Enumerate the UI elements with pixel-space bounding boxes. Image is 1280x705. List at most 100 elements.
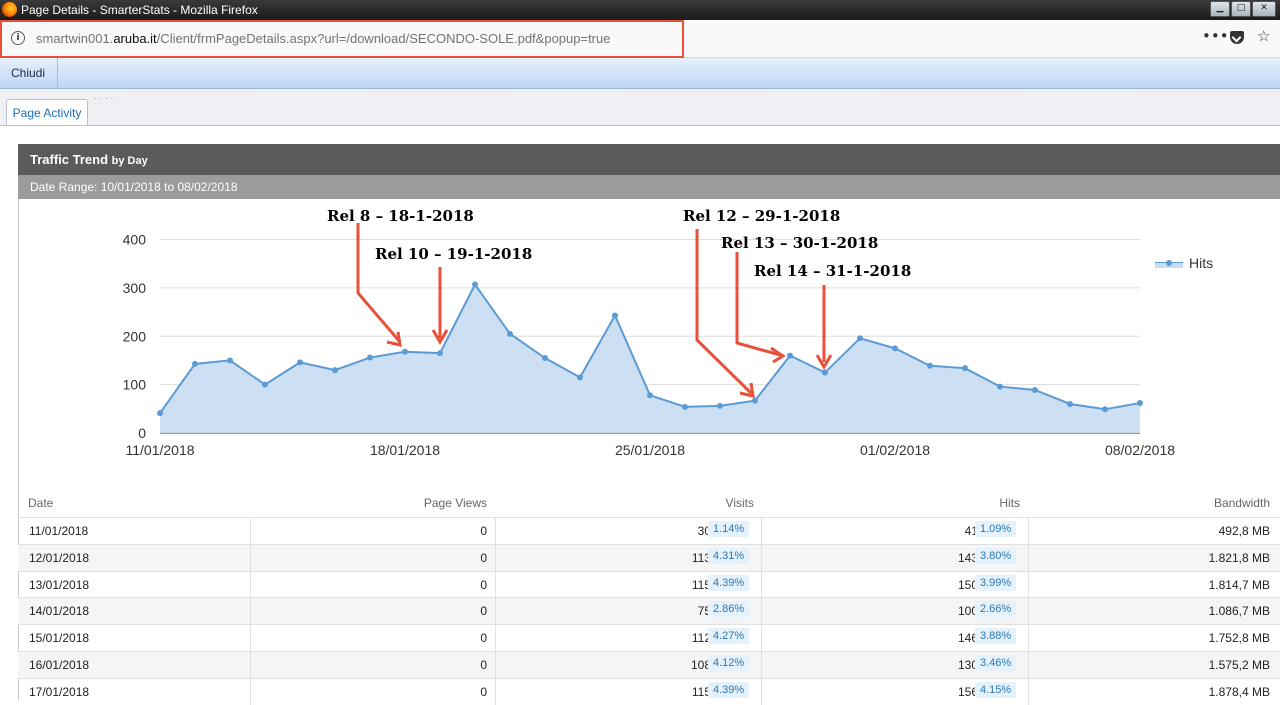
hits-data-point: [612, 312, 618, 319]
cell-date: 16/01/2018: [29, 657, 90, 672]
hits-data-point: [437, 350, 443, 357]
hits-data-point: [647, 392, 653, 399]
page-actions-icon[interactable]: •••: [1202, 27, 1229, 45]
col-divider: [761, 571, 762, 598]
hits-data-point: [472, 281, 478, 288]
col-header-page-views[interactable]: Page Views: [424, 496, 487, 510]
url-highlight-box: [0, 20, 684, 58]
cell-bandwidth: 492,8 MB: [1218, 524, 1270, 538]
cell-page-views: 0: [480, 684, 487, 699]
minimize-button[interactable]: ▁: [1210, 1, 1230, 17]
hits-area-fill: [160, 284, 1140, 433]
cell-date: 12/01/2018: [29, 550, 90, 565]
chart-area: [159, 282, 1141, 433]
col-divider: [1028, 651, 1029, 678]
hits-data-point: [367, 354, 373, 361]
hits-data-point: [1102, 406, 1108, 413]
window-titlebar: Page Details - SmarterStats - Mozilla Fi…: [0, 0, 1280, 20]
table-row: 11/01/2018 0 30 1.14% 41 1.09% 492,8 MB: [18, 517, 1280, 544]
col-divider: [761, 544, 762, 571]
cell-bandwidth: 1.752,8 MB: [1208, 631, 1270, 646]
col-divider: [1028, 571, 1029, 598]
hits-data-point: [962, 365, 968, 372]
chiudi-button[interactable]: Chiudi: [2, 58, 58, 88]
cell-bandwidth: 1.086,7 MB: [1208, 604, 1270, 619]
col-header-date[interactable]: Date: [28, 496, 53, 510]
hits-data-point: [227, 357, 233, 364]
annotation-label: Rel 13 – 30-1-2018: [721, 234, 878, 252]
col-divider: [1028, 625, 1029, 651]
cell-date: 11/01/2018: [29, 524, 89, 538]
cell-bandwidth: 1.575,2 MB: [1208, 657, 1270, 672]
cell-date: 17/01/2018: [29, 684, 90, 699]
col-divider: [761, 518, 762, 544]
hits-data-point: [1032, 386, 1038, 393]
bookmark-star-icon[interactable]: ☆: [1257, 27, 1270, 45]
window-title: Page Details - SmarterStats - Mozilla Fi…: [21, 3, 258, 17]
window-controls: ▁ □ ✕: [1209, 1, 1276, 17]
y-tick-label: 0: [138, 425, 146, 441]
col-header-bandwidth[interactable]: Bandwidth: [1214, 496, 1270, 510]
traffic-trend-chart: 0 100 200 300 400 11/01/2018 18/01/2018 25/01/…: [123, 207, 1213, 458]
cell-page-views: 0: [480, 577, 487, 592]
hits-data-point: [402, 348, 408, 355]
y-tick-label: 300: [123, 280, 147, 296]
hits-data-point: [717, 402, 723, 409]
hits-data-point: [752, 397, 758, 404]
table-row: 14/01/2018 0 75 2.86% 100 2.66% 1.086,7 MB: [18, 597, 1280, 625]
cell-page-views: 0: [480, 550, 487, 565]
tab-overflow-dots: · · · ·: [94, 93, 114, 103]
table-header: Date Page Views Visits Hits Bandwidth: [18, 493, 1280, 517]
annotation-arrow: [356, 223, 402, 343]
visits-percent-badge: 2.86%: [708, 601, 750, 618]
tab-page-activity[interactable]: Page Activity: [6, 99, 88, 125]
table-row: 15/01/2018 0 112 4.27% 146 3.88% 1.752,8 MB: [18, 624, 1280, 651]
x-tick-label: 25/01/2018: [615, 442, 685, 458]
maximize-button[interactable]: □: [1231, 1, 1251, 17]
table-row: 12/01/2018 0 113 4.31% 143 3.80% 1.821,8 MB: [18, 543, 1280, 571]
panel-title-suffix: by Day: [111, 155, 148, 167]
col-divider: [250, 625, 251, 651]
col-divider: [1028, 544, 1029, 571]
col-divider: [495, 571, 496, 598]
col-divider: [250, 544, 251, 571]
annotation-label: Rel 10 – 19-1-2018: [375, 245, 532, 263]
hits-percent-badge: 3.80%: [975, 547, 1017, 564]
col-header-visits[interactable]: Visits: [726, 496, 754, 510]
hits-data-point: [927, 362, 933, 369]
date-range-bar: Date Range: 10/01/2018 to 08/02/2018: [18, 175, 1280, 199]
hits-percent-badge: 4.15%: [975, 681, 1017, 698]
hits-data-point: [157, 410, 163, 417]
cell-date: 15/01/2018: [29, 631, 90, 646]
col-divider: [761, 598, 762, 625]
col-divider: [495, 598, 496, 625]
hits-percent-badge: 1.09%: [975, 521, 1017, 537]
stats-table-body: 11/01/2018 0 30 1.14% 41 1.09% 492,8 MB 12/01/2…: [18, 517, 1280, 705]
page-toolbar: [0, 58, 1280, 89]
cell-page-views: 0: [480, 604, 487, 619]
col-divider: [761, 625, 762, 651]
hits-data-point: [297, 359, 303, 366]
hits-data-point: [997, 383, 1003, 390]
col-header-hits[interactable]: Hits: [999, 496, 1020, 510]
col-divider: [250, 651, 251, 678]
panel-header: Traffic Trend by Day: [18, 144, 1280, 175]
hits-data-point: [857, 335, 863, 342]
hits-data-point: [892, 345, 898, 352]
col-divider: [495, 625, 496, 651]
cell-page-views: 0: [480, 631, 487, 646]
visits-percent-badge: 4.39%: [708, 681, 750, 698]
hits-data-point: [192, 360, 198, 367]
annotation-label: Rel 14 – 31-1-2018: [754, 262, 911, 280]
col-divider: [1028, 518, 1029, 544]
hits-percent-badge: 3.99%: [975, 574, 1017, 591]
close-window-button[interactable]: ✕: [1252, 1, 1276, 17]
hits-data-point: [577, 374, 583, 381]
hits-data-point: [262, 381, 268, 388]
col-divider: [250, 518, 251, 544]
cell-bandwidth: 1.814,7 MB: [1208, 577, 1270, 592]
x-tick-label: 08/02/2018: [1105, 442, 1175, 458]
cell-page-views: 0: [480, 657, 487, 672]
panel-title-main: Traffic Trend: [30, 152, 109, 167]
hits-percent-badge: 3.88%: [975, 628, 1017, 645]
